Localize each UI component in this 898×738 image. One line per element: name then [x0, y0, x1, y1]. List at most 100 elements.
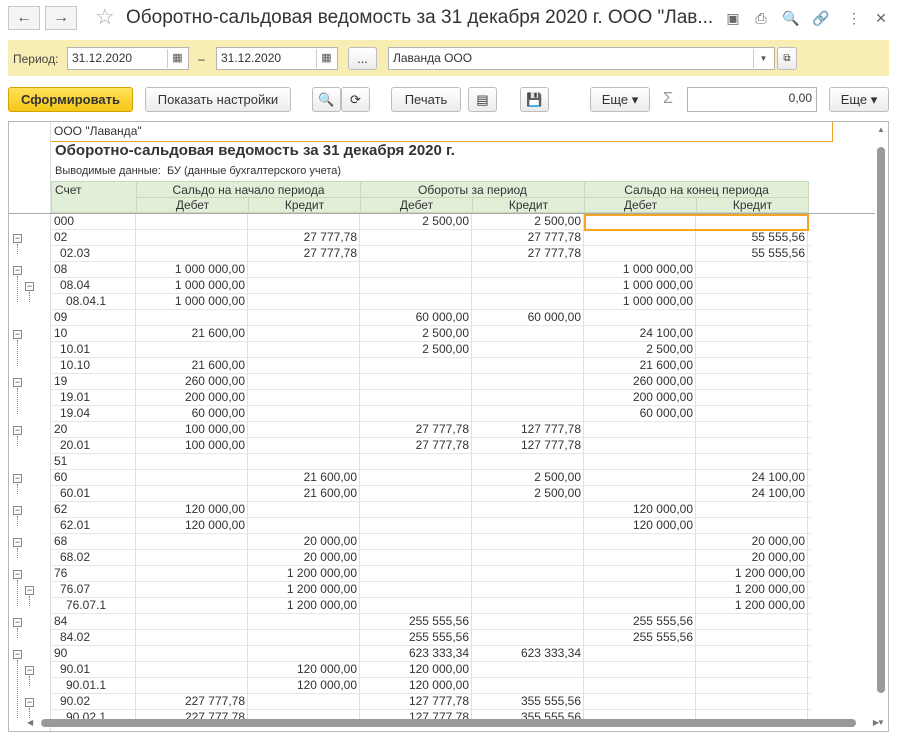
- table-row[interactable]: 76.07.1 1 200 000,00 1 200 000,00: [51, 598, 811, 614]
- table-row[interactable]: 02.03 27 777,78 27 777,78 55 555,56: [51, 246, 811, 262]
- collapse-toggle-icon[interactable]: −: [25, 666, 34, 675]
- back-button[interactable]: ←: [8, 6, 40, 30]
- closing-credit-cell: [696, 358, 808, 374]
- collapse-toggle-icon[interactable]: −: [13, 234, 22, 243]
- print-preview-icon[interactable]: ▤: [468, 87, 497, 112]
- calendar-icon[interactable]: ▦: [316, 49, 336, 68]
- menu-icon[interactable]: ⋮: [845, 9, 863, 27]
- closing-debit-cell: [584, 310, 696, 326]
- table-row[interactable]: 84 255 555,56 255 555,56: [51, 614, 811, 630]
- collapse-toggle-icon[interactable]: −: [13, 378, 22, 387]
- collapse-toggle-icon[interactable]: −: [13, 570, 22, 579]
- table-row[interactable]: 20.01 100 000,00 27 777,78 127 777,78: [51, 438, 811, 454]
- collapse-toggle-icon[interactable]: −: [13, 538, 22, 547]
- collapse-toggle-icon[interactable]: −: [13, 618, 22, 627]
- period-select-button[interactable]: ...: [348, 47, 377, 70]
- opening-debit-cell: [136, 470, 248, 486]
- table-row[interactable]: 51: [51, 454, 811, 470]
- collapse-toggle-icon[interactable]: −: [25, 698, 34, 707]
- collapse-toggle-icon[interactable]: −: [13, 506, 22, 515]
- table-row[interactable]: 19.01 200 000,00 200 000,00: [51, 390, 811, 406]
- closing-debit-cell: [584, 662, 696, 678]
- show-settings-button[interactable]: Показать настройки: [145, 87, 291, 112]
- save-disk-icon[interactable]: 💾: [520, 87, 549, 112]
- calendar-icon[interactable]: ▦: [167, 49, 187, 68]
- closing-debit-cell: [584, 582, 696, 598]
- account-cell: 19.04: [51, 406, 136, 422]
- preview-icon[interactable]: 🔍: [782, 9, 800, 27]
- table-row[interactable]: 68 20 000,00 20 000,00: [51, 534, 811, 550]
- collapse-toggle-icon[interactable]: −: [25, 586, 34, 595]
- table-row[interactable]: 62.01 120 000,00 120 000,00: [51, 518, 811, 534]
- table-row[interactable]: 90.01 120 000,00 120 000,00: [51, 662, 811, 678]
- table-row[interactable]: 76 1 200 000,00 1 200 000,00: [51, 566, 811, 582]
- selected-cell[interactable]: [584, 214, 809, 231]
- collapse-toggle-icon[interactable]: −: [13, 474, 22, 483]
- table-row[interactable]: 84.02 255 555,56 255 555,56: [51, 630, 811, 646]
- closing-credit-cell: [696, 630, 808, 646]
- group-connector-line: [17, 516, 18, 526]
- closing-credit-cell: [696, 310, 808, 326]
- search-icon[interactable]: 🔍: [312, 87, 341, 112]
- table-row[interactable]: 08 1 000 000,00 1 000 000,00: [51, 262, 811, 278]
- table-row[interactable]: 76.07 1 200 000,00 1 200 000,00: [51, 582, 811, 598]
- table-row[interactable]: 19 260 000,00 260 000,00: [51, 374, 811, 390]
- table-row[interactable]: 60.01 21 600,00 2 500,00 24 100,00: [51, 486, 811, 502]
- table-row[interactable]: 10.10 21 600,00 21 600,00: [51, 358, 811, 374]
- print-button[interactable]: Печать: [391, 87, 461, 112]
- account-cell: 90: [51, 646, 136, 662]
- table-row[interactable]: 02 27 777,78 27 777,78 55 555,56: [51, 230, 811, 246]
- scroll-left-icon[interactable]: ◀: [27, 718, 33, 727]
- table-row[interactable]: 10.01 2 500,00 2 500,00: [51, 342, 811, 358]
- horizontal-scroll-thumb[interactable]: [41, 719, 856, 727]
- organization-select[interactable]: Лаванда ООО ▼: [388, 47, 775, 70]
- opening-debit-cell: [136, 646, 248, 662]
- table-row[interactable]: 20 100 000,00 27 777,78 127 777,78: [51, 422, 811, 438]
- table-row[interactable]: 10 21 600,00 2 500,00 24 100,00: [51, 326, 811, 342]
- table-row[interactable]: 62 120 000,00 120 000,00: [51, 502, 811, 518]
- save-icon[interactable]: ▣: [724, 9, 742, 27]
- opening-credit-cell: 120 000,00: [248, 662, 360, 678]
- generate-button[interactable]: Сформировать: [8, 87, 133, 112]
- table-row[interactable]: 09 60 000,00 60 000,00: [51, 310, 811, 326]
- turnover-debit-cell: [360, 278, 472, 294]
- table-row[interactable]: 90 623 333,34 623 333,34: [51, 646, 811, 662]
- horizontal-scrollbar[interactable]: ◀ ▶: [27, 718, 879, 728]
- table-row[interactable]: 90.01.1 120 000,00 120 000,00: [51, 678, 811, 694]
- date-to-input[interactable]: 31.12.2020 ▦: [216, 47, 338, 70]
- open-organization-icon[interactable]: ⧉: [777, 47, 797, 70]
- opening-debit-cell: 100 000,00: [136, 422, 248, 438]
- more-actions-button[interactable]: Еще ▾: [590, 87, 650, 112]
- scroll-up-icon[interactable]: ▲: [877, 125, 885, 134]
- table-row[interactable]: 60 21 600,00 2 500,00 24 100,00: [51, 470, 811, 486]
- report-spreadsheet[interactable]: ООО "Лаванда" Оборотно-сальдовая ведомос…: [8, 121, 889, 732]
- vertical-scrollbar[interactable]: ▲ ▼: [876, 125, 886, 727]
- group-connector-line: [29, 596, 30, 606]
- close-icon[interactable]: ✕: [872, 9, 890, 27]
- search-refresh-icon[interactable]: ⟳: [341, 87, 370, 112]
- table-row[interactable]: 90.02 227 777,78 127 777,78 355 555,56: [51, 694, 811, 710]
- collapse-toggle-icon[interactable]: −: [13, 266, 22, 275]
- closing-credit-cell: [696, 294, 808, 310]
- collapse-toggle-icon[interactable]: −: [25, 282, 34, 291]
- print-icon[interactable]: ⎙: [752, 9, 770, 27]
- collapse-toggle-icon[interactable]: −: [13, 650, 22, 659]
- more-actions-button-2[interactable]: Еще ▾: [829, 87, 889, 112]
- table-row[interactable]: 19.04 60 000,00 60 000,00: [51, 406, 811, 422]
- link-icon[interactable]: 🔗: [812, 9, 830, 27]
- collapse-toggle-icon[interactable]: −: [13, 426, 22, 435]
- forward-button[interactable]: →: [45, 6, 77, 30]
- account-cell: 09: [51, 310, 136, 326]
- table-row[interactable]: 08.04 1 000 000,00 1 000 000,00: [51, 278, 811, 294]
- dropdown-arrow-icon[interactable]: ▼: [753, 49, 773, 68]
- table-row[interactable]: 68.02 20 000,00 20 000,00: [51, 550, 811, 566]
- scroll-right-icon[interactable]: ▶: [873, 718, 879, 727]
- vertical-scroll-thumb[interactable]: [877, 147, 885, 693]
- opening-debit-cell: [136, 534, 248, 550]
- collapse-toggle-icon[interactable]: −: [13, 330, 22, 339]
- date-from-input[interactable]: 31.12.2020 ▦: [67, 47, 189, 70]
- table-row[interactable]: 08.04.1 1 000 000,00 1 000 000,00: [51, 294, 811, 310]
- closing-credit-cell: 20 000,00: [696, 550, 808, 566]
- favorite-star-icon[interactable]: ☆: [95, 4, 115, 30]
- turnover-debit-cell: 120 000,00: [360, 678, 472, 694]
